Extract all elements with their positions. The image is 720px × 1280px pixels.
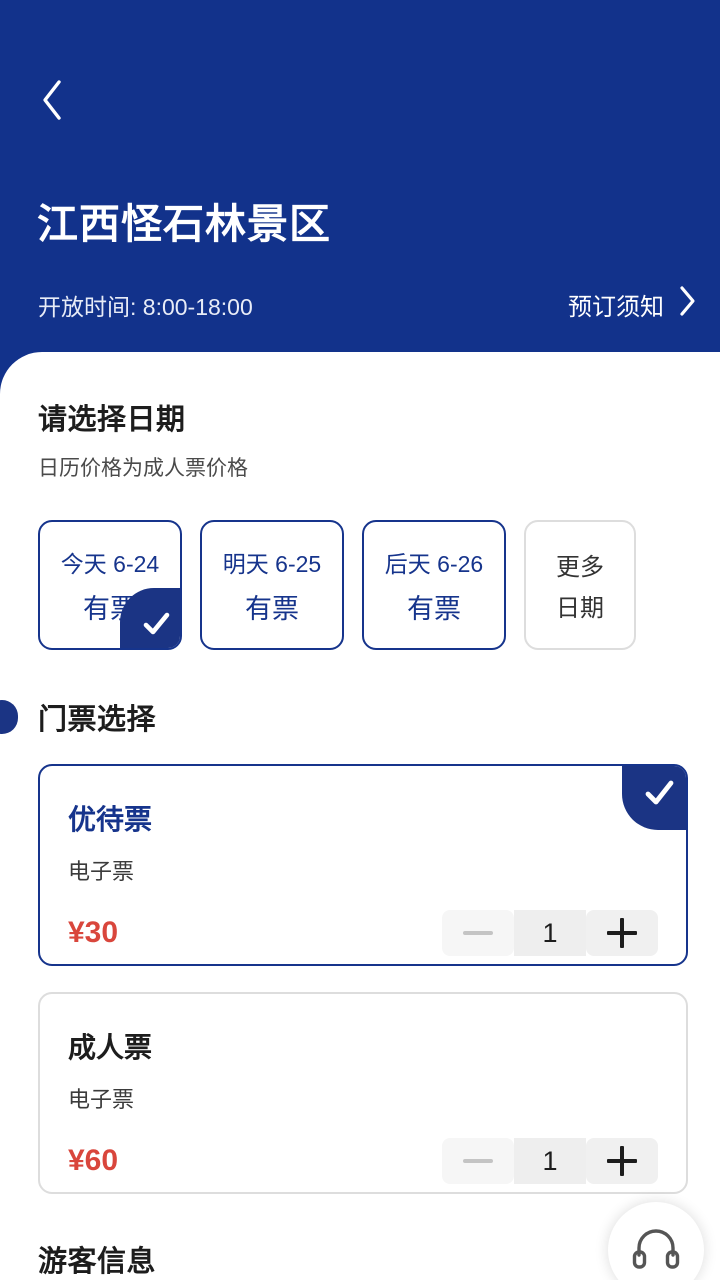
plus-icon — [607, 918, 637, 948]
ticket-type: 电子票 — [68, 859, 135, 884]
quantity-stepper: 1 — [442, 1138, 658, 1184]
more-dates-line2: 日期 — [556, 595, 604, 622]
date-card-status: 有票 — [245, 593, 299, 624]
ticket-type: 电子票 — [68, 1087, 135, 1112]
minus-icon — [463, 1159, 493, 1163]
decrease-quantity-button[interactable] — [442, 1138, 514, 1184]
section-marker — [0, 700, 18, 734]
quantity-value[interactable]: 1 — [514, 910, 586, 956]
page-header: 江西怪石林景区 开放时间: 8:00-18:00 预订须知 — [0, 0, 720, 352]
date-card-today[interactable]: 今天 6-24 有票 — [38, 520, 182, 650]
date-card-tomorrow[interactable]: 明天 6-25 有票 — [200, 520, 344, 650]
date-section-title: 请选择日期 — [38, 404, 186, 436]
plus-icon — [607, 1146, 637, 1176]
ticket-card-discount[interactable]: 优待票 电子票 ¥30 1 — [38, 764, 688, 966]
increase-quantity-button[interactable] — [586, 910, 658, 956]
minus-icon — [463, 931, 493, 935]
date-card-day: 后天 6-26 — [384, 550, 484, 577]
booking-notice-link[interactable]: 预订须知 — [568, 285, 696, 324]
more-dates-line1: 更多 — [556, 554, 604, 581]
ticket-name: 优待票 — [68, 804, 153, 835]
check-icon — [120, 588, 180, 648]
ticket-card-footer: ¥30 1 — [68, 910, 658, 956]
ticket-card-footer: ¥60 1 — [68, 1138, 658, 1184]
quantity-stepper: 1 — [442, 910, 658, 956]
headset-icon — [631, 1223, 681, 1278]
quantity-value[interactable]: 1 — [514, 1138, 586, 1184]
booking-sheet: 请选择日期 日历价格为成人票价格 今天 6-24 有票 明天 6-25 有票 后… — [0, 352, 720, 1280]
chevron-right-icon — [678, 285, 696, 324]
ticket-section-header: 门票选择 — [0, 696, 720, 738]
ticket-card-adult[interactable]: 成人票 电子票 ¥60 1 — [38, 992, 688, 1194]
date-card-day: 今天 6-24 — [60, 550, 160, 577]
visitor-section-title: 游客信息 — [38, 1246, 157, 1278]
ticket-name: 成人票 — [68, 1032, 153, 1063]
date-section-subtitle: 日历价格为成人票价格 — [38, 457, 248, 480]
chevron-left-icon — [39, 78, 65, 127]
back-button[interactable] — [26, 76, 78, 128]
date-card-more-dates[interactable]: 更多 日期 — [524, 520, 636, 650]
page-title: 江西怪石林景区 — [37, 201, 331, 247]
decrease-quantity-button[interactable] — [442, 910, 514, 956]
ticket-section-title: 门票选择 — [38, 704, 157, 736]
date-card-day-after[interactable]: 后天 6-26 有票 — [362, 520, 506, 650]
increase-quantity-button[interactable] — [586, 1138, 658, 1184]
date-section: 请选择日期 日历价格为成人票价格 今天 6-24 有票 明天 6-25 有票 后… — [0, 352, 720, 650]
open-time-label: 开放时间: 8:00-18:00 — [38, 294, 253, 320]
ticket-price: ¥60 — [68, 1144, 119, 1177]
date-card-status: 有票 — [407, 593, 461, 624]
date-card-day: 明天 6-25 — [222, 550, 322, 577]
ticket-price: ¥30 — [68, 916, 119, 949]
booking-notice-label: 预订须知 — [568, 294, 664, 321]
date-card-row: 今天 6-24 有票 明天 6-25 有票 后天 6-26 有票 更多 日期 — [38, 520, 720, 650]
customer-service-button[interactable] — [608, 1202, 704, 1280]
